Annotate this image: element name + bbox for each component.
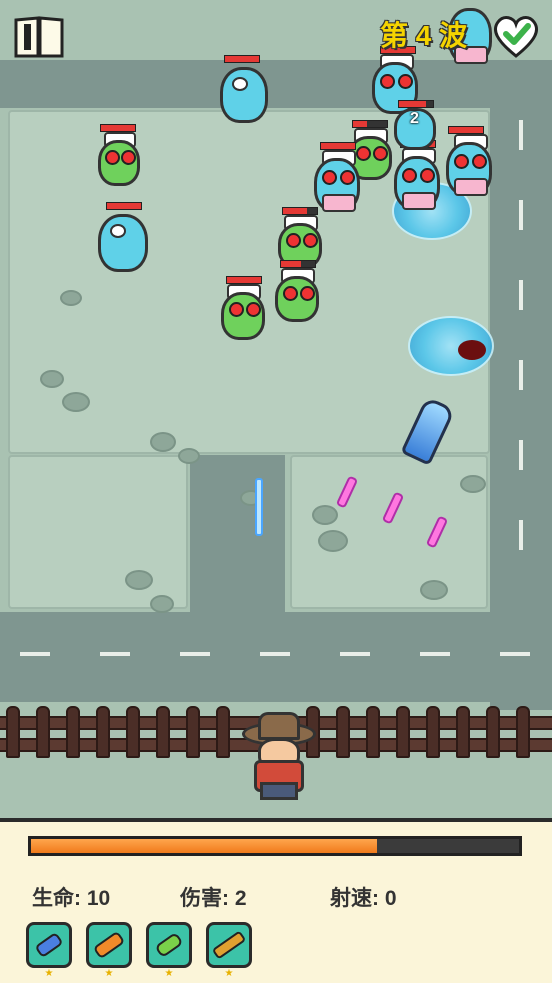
weapon-star: ★ [104,968,114,979]
rock [60,290,82,306]
road-dash [100,652,130,656]
speed-toggle-button[interactable] [490,10,542,60]
damage-stat: 伤害: 2 [180,887,247,910]
nurse-zombie [272,260,322,324]
road-dash [260,652,290,656]
life-stat: 生命: 10 [32,887,111,910]
health-bar [100,124,136,132]
rock [420,580,448,600]
road-dash [340,652,370,656]
rock [178,448,200,464]
rock [150,432,176,452]
road-dash [519,520,523,550]
green-raygun-icon [156,934,182,956]
syringe-nurse-zombie [440,126,498,200]
health-bar [448,126,484,134]
health-bar [320,142,356,150]
wave-progress-bar [28,836,522,856]
blue-zombie [218,55,274,127]
rock [318,530,348,552]
blood-splat [458,340,486,360]
wave-progress-fill [31,839,378,853]
battlefield: 2 第 4 波 [0,0,552,818]
health-bar [352,120,388,128]
damage-number: 2 [410,110,419,127]
nurse-zombie [96,124,142,188]
rock [125,570,153,590]
road-dash [20,652,50,656]
nurse-zombie [218,276,268,342]
health-bar [398,100,434,108]
weapon-slot-3[interactable] [146,922,192,968]
syringe-nurse-zombie [308,142,366,216]
road-dash [519,440,523,470]
rock [40,370,64,388]
heart-check-icon [493,16,539,58]
rock [150,595,174,613]
road-dash [519,200,523,230]
ground-block [8,455,188,609]
weapon-slot-2[interactable] [86,922,132,968]
blue-cannon-icon [36,933,62,957]
road-dash [500,652,530,656]
status-panel: 生命: 10 伤害: 2 射速: 0 ★ ★ ★ ★ [0,818,552,983]
pause-button[interactable] [12,14,66,60]
rock [312,505,338,525]
weapon-slot-4[interactable] [206,922,252,968]
rock [460,475,486,493]
weapon-star: ★ [44,968,54,979]
road-dash [519,280,523,310]
wave-label: 第 4 波 [380,20,468,51]
player-cowboy [236,712,316,800]
ground-block [290,455,488,609]
road-dash [519,360,523,390]
health-bar [280,260,316,268]
laser-projectile [255,478,263,536]
health-bar [106,202,142,210]
bazooka-icon [213,931,245,959]
orange-blaster-icon [94,932,124,958]
road-center [190,455,285,625]
weapon-slot-1[interactable] [26,922,72,968]
health-bar [224,55,260,63]
road-lower [0,612,552,702]
road-dash [180,652,210,656]
weapon-star: ★ [224,968,234,979]
book-pause-icon [14,16,64,58]
weapon-star: ★ [164,968,174,979]
fire-rate-stat: 射速: 0 [330,887,397,910]
rock [62,392,90,412]
blue-zombie [94,202,154,274]
health-bar [226,276,262,284]
road-dash [420,652,450,656]
road-dash [519,120,523,150]
